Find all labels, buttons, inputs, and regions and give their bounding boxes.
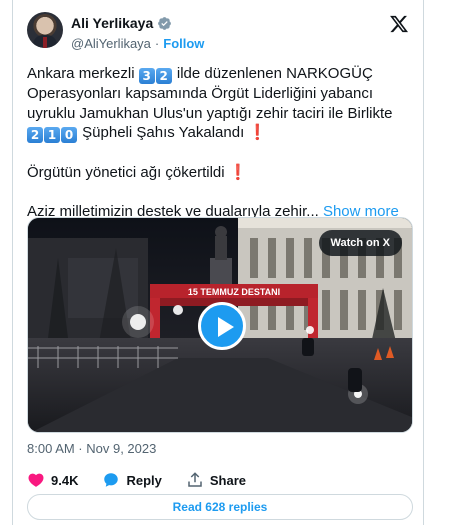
author-name[interactable]: Ali Yerlikaya xyxy=(71,15,153,31)
handle-row: @AliYerlikaya · Follow xyxy=(71,34,204,52)
tweet-line-2: Operasyonları kapsamında Örgüt Liderliği… xyxy=(27,85,374,102)
tweet-text-segment: Ankara merkezli xyxy=(27,65,139,82)
tweet-text-segment: Şüpheli Şahıs Yakalandı xyxy=(78,124,245,141)
video-player[interactable]: 15 TEMMUZ DESTANI Watch on X xyxy=(27,217,413,433)
tweet-line-1: Ankara merkezli 32 ilde düzenlenen NARKO… xyxy=(27,64,415,84)
heart-icon xyxy=(28,473,44,487)
tweet-card: Ali Yerlikaya @AliYerlikaya · Follow Ank… xyxy=(12,0,424,525)
tweet-line-5: Örgütün yönetici ağı çökertildi ❗ xyxy=(27,163,415,183)
banner-text: 15 TEMMUZ DESTANI xyxy=(188,287,280,297)
tweet-line-4: 210 Şüpheli Şahıs Yakalandı ❗ xyxy=(27,123,415,143)
separator-dot: · xyxy=(154,35,160,51)
read-replies-button[interactable]: Read 628 replies xyxy=(27,494,413,520)
reply-icon xyxy=(104,473,119,487)
share-button[interactable]: Share xyxy=(186,471,246,489)
exclamation-icon: ❗ xyxy=(248,124,268,141)
tweet-text-segment: Örgütün yönetici ağı çökertildi xyxy=(27,163,225,181)
tweet-text: Ankara merkezli 32 ilde düzenlenen NARKO… xyxy=(27,64,415,221)
share-label: Share xyxy=(209,472,247,488)
like-count: 9.4K xyxy=(51,472,79,488)
avatar-tie xyxy=(43,37,47,48)
reply-button[interactable]: Reply xyxy=(102,471,162,489)
action-bar: 9.4K Reply Share xyxy=(27,470,415,490)
like-button[interactable]: 9.4K xyxy=(27,471,78,489)
author-handle[interactable]: @AliYerlikaya xyxy=(71,36,151,51)
tweet-line-3: uyruklu Jamukhan Ulus'un yaptığı zehir t… xyxy=(27,104,393,122)
share-icon xyxy=(188,472,202,487)
keycap-digit-icon: 3 xyxy=(138,68,155,84)
keycap-digit-icon: 2 xyxy=(155,68,172,84)
keycap-digit-icon: 1 xyxy=(44,127,60,143)
exclamation-icon: ❗ xyxy=(228,163,248,181)
avatar[interactable] xyxy=(27,12,63,48)
author-block: Ali Yerlikaya @AliYerlikaya · Follow xyxy=(71,14,204,52)
keycap-digit-icon: 0 xyxy=(61,127,77,143)
x-logo-icon[interactable] xyxy=(389,14,409,34)
name-row: Ali Yerlikaya xyxy=(71,14,204,32)
play-icon[interactable] xyxy=(198,302,246,350)
verified-badge-icon xyxy=(158,16,172,30)
tweet-header: Ali Yerlikaya @AliYerlikaya · Follow xyxy=(27,12,409,52)
reply-label: Reply xyxy=(126,472,162,488)
keycap-digit-icon: 2 xyxy=(27,127,43,143)
watch-on-x-button[interactable]: Watch on X xyxy=(318,230,402,256)
follow-button[interactable]: Follow xyxy=(163,36,204,51)
tweet-timestamp[interactable]: 8:00 AM · Nov 9, 2023 xyxy=(27,441,156,456)
tweet-text-segment: ilde düzenlenen NARKOGÜÇ xyxy=(172,65,373,82)
